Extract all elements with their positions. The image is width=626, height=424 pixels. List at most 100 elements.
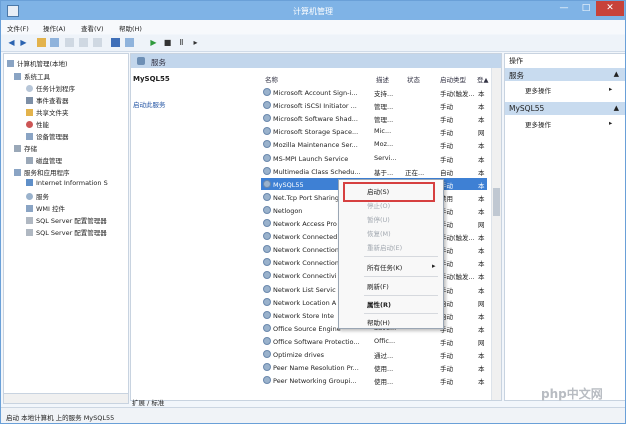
service-name: Microsoft Software Shad... bbox=[263, 114, 358, 123]
services-vertical-scrollbar[interactable] bbox=[491, 68, 501, 400]
computer-icon bbox=[7, 60, 14, 67]
tree-item-computer-management[interactable]: 计算机管理(本地) bbox=[7, 58, 68, 69]
tree-item-shared-folders[interactable]: 共享文件夹 bbox=[26, 107, 69, 118]
column-header-logon[interactable]: 登▲ bbox=[477, 74, 489, 84]
service-startup-type: 手动 bbox=[440, 116, 453, 125]
tree-item-performance[interactable]: 性能 bbox=[26, 119, 49, 130]
service-row[interactable]: Microsoft Account Sign-i... 支持... 手动(触发...… bbox=[261, 86, 487, 98]
menu-help[interactable]: 帮助(H) bbox=[119, 23, 142, 33]
sql-config-icon bbox=[26, 229, 33, 236]
service-logon: 本 bbox=[478, 378, 485, 387]
gear-icon bbox=[263, 140, 271, 149]
service-startup-type: 手动 bbox=[440, 103, 453, 112]
submenu-arrow-icon: ▸ bbox=[432, 262, 436, 270]
minimize-button[interactable]: — bbox=[553, 1, 575, 16]
service-startup-type: 手动 bbox=[440, 155, 453, 164]
service-row[interactable]: Microsoft Storage Space... Mic... 手动 网 bbox=[261, 125, 487, 137]
back-icon[interactable]: ◀ bbox=[7, 38, 16, 47]
service-name: Network Connectivi bbox=[263, 271, 337, 280]
service-name: Netlogon bbox=[263, 205, 302, 215]
gear-icon bbox=[263, 153, 271, 162]
column-header-name[interactable]: 名称 bbox=[265, 74, 278, 84]
service-row[interactable]: Microsoft Software Shad... 管理... 手动 本 bbox=[261, 112, 487, 124]
menu-item-all-tasks[interactable]: 所有任务(K) bbox=[367, 262, 402, 272]
up-folder-icon[interactable] bbox=[37, 38, 46, 47]
more-actions-link[interactable]: 更多操作 ▸ bbox=[525, 85, 612, 95]
computer-management-window: 计算机管理 — □ ✕ 文件(F) 操作(A) 查看(V) 帮助(H) ◀ ▶ … bbox=[0, 0, 626, 424]
service-row[interactable]: Peer Name Resolution Pr... 使用... 手动 本 bbox=[261, 361, 487, 373]
menu-item-restart: 重新启动(E) bbox=[367, 244, 403, 252]
menu-file[interactable]: 文件(F) bbox=[7, 23, 29, 33]
service-description: Servi... bbox=[374, 153, 397, 162]
properties-icon[interactable] bbox=[79, 38, 88, 47]
start-service-link[interactable]: 启动此服务 bbox=[133, 99, 166, 109]
service-row[interactable]: Optimize drives 通过... 手动 本 bbox=[261, 348, 487, 360]
title-bar[interactable]: 计算机管理 — □ ✕ bbox=[1, 1, 625, 20]
start-service-icon[interactable]: ▶ bbox=[149, 38, 158, 47]
tree-item-disk-management[interactable]: 磁盘管理 bbox=[26, 155, 62, 166]
event-viewer-icon bbox=[26, 97, 33, 104]
service-logon: 本 bbox=[478, 155, 485, 164]
maximize-button[interactable]: □ bbox=[575, 1, 597, 16]
menu-view[interactable]: 查看(V) bbox=[81, 23, 104, 33]
show-action-pane-icon[interactable] bbox=[125, 38, 134, 47]
service-row[interactable]: Microsoft iSCSI Initiator ... 管理... 手动 本 bbox=[261, 99, 487, 111]
tree-item-iis[interactable]: Internet Information S bbox=[26, 179, 108, 190]
service-row[interactable]: Office Software Protectio... Offic... 手动 网 bbox=[261, 335, 487, 347]
gear-icon bbox=[26, 193, 33, 200]
services-header: 服务 bbox=[131, 54, 501, 68]
tree-item-sql-config-2[interactable]: SQL Server 配置管理器 bbox=[26, 227, 107, 238]
service-row[interactable]: Peer Networking Groupi... 使用... 手动 本 bbox=[261, 374, 487, 386]
service-row[interactable]: Mozilla Maintenance Ser... Moz... 手动 本 bbox=[261, 138, 487, 150]
more-actions-link[interactable]: 更多操作 ▸ bbox=[525, 119, 612, 129]
tree-item-storage[interactable]: 存储 bbox=[14, 143, 37, 154]
menu-item-help[interactable]: 帮助(H) bbox=[367, 317, 390, 327]
column-header-description[interactable]: 描述 bbox=[376, 74, 389, 84]
storage-icon bbox=[14, 145, 21, 152]
restart-service-icon[interactable]: ▸ bbox=[191, 38, 200, 47]
menu-item-pause: 暂停(U) bbox=[367, 216, 390, 224]
tree-item-system-tools[interactable]: 系统工具 bbox=[14, 71, 50, 82]
tree-horizontal-scrollbar[interactable] bbox=[3, 393, 129, 404]
menu-action[interactable]: 操作(A) bbox=[43, 23, 66, 33]
tools-icon bbox=[14, 73, 21, 80]
pause-service-icon[interactable]: Ⅱ bbox=[177, 38, 186, 47]
gear-icon bbox=[263, 232, 271, 241]
gear-icon bbox=[263, 219, 271, 227]
tree-item-services-and-apps[interactable]: 服务和应用程序 bbox=[14, 167, 70, 178]
service-logon: 网 bbox=[478, 129, 485, 138]
stop-service-icon[interactable]: ■ bbox=[163, 38, 172, 47]
service-row[interactable]: Multimedia Class Schedu... 基于... 正在... 自动 本 bbox=[261, 165, 487, 177]
tree-item-event-viewer[interactable]: 事件查看器 bbox=[26, 95, 69, 106]
column-header-status[interactable]: 状态 bbox=[407, 74, 420, 84]
tree-item-device-manager[interactable]: 设备管理器 bbox=[26, 131, 69, 142]
show-hide-tree-icon[interactable] bbox=[50, 38, 59, 47]
service-name: Network Connection bbox=[263, 245, 339, 254]
more-arrow-icon: ▸ bbox=[609, 85, 613, 93]
actions-section-mysql55[interactable]: MySQL55 ▲ bbox=[505, 102, 625, 115]
service-logon: 本 bbox=[478, 103, 485, 112]
forward-icon[interactable]: ▶ bbox=[19, 38, 28, 47]
service-description: 通过... bbox=[374, 352, 394, 360]
service-row[interactable]: MS-MPI Launch Service Servi... 手动 本 bbox=[261, 152, 487, 164]
menu-item-refresh[interactable]: 刷新(F) bbox=[367, 281, 389, 291]
service-description: 支持... bbox=[374, 90, 394, 98]
refresh-icon[interactable] bbox=[93, 38, 102, 47]
export-list-icon[interactable] bbox=[65, 38, 74, 47]
close-button[interactable]: ✕ bbox=[596, 1, 624, 16]
menu-item-properties[interactable]: 属性(R) bbox=[367, 299, 391, 309]
service-logon: 本 bbox=[478, 207, 485, 216]
tree-item-wmi[interactable]: WMI 控件 bbox=[26, 203, 65, 214]
service-name: Net.Tcp Port Sharing bbox=[263, 192, 339, 202]
window-title: 计算机管理 bbox=[293, 7, 333, 16]
column-header-startup-type[interactable]: 启动类型 bbox=[440, 74, 466, 84]
service-logon: 网 bbox=[478, 338, 485, 347]
view-tabs[interactable]: 扩展 / 标准 bbox=[132, 397, 164, 407]
service-startup-type: 手动 bbox=[440, 365, 453, 374]
actions-section-services[interactable]: 服务 ▲ bbox=[505, 68, 625, 81]
tree-item-task-scheduler[interactable]: 任务计划程序 bbox=[26, 83, 75, 94]
help-icon[interactable] bbox=[111, 38, 120, 47]
tree-item-sql-config-1[interactable]: SQL Server 配置管理器 bbox=[26, 215, 107, 226]
tree-item-services[interactable]: 服务 bbox=[26, 191, 49, 202]
scrollbar-thumb[interactable] bbox=[493, 188, 500, 216]
